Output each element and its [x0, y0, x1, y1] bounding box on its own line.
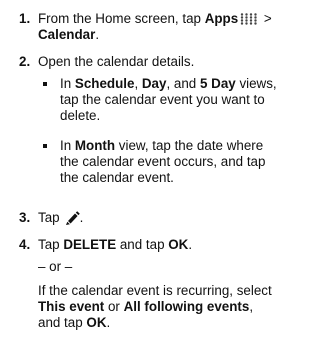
recurring-text: or [104, 299, 124, 314]
step-text: and tap [116, 237, 169, 252]
recurring-text: . [106, 315, 111, 330]
step-text: > [260, 11, 272, 26]
bullet-text-part: view, tap the date where [115, 138, 264, 153]
step-number: 4. [19, 237, 31, 252]
recurring-text: and tap [38, 315, 87, 330]
bullet-text-line: the calendar event. [60, 170, 174, 185]
step-text: Tap [38, 210, 60, 225]
ok-label: OK [168, 237, 189, 252]
five-day-label: 5 Day [199, 76, 236, 91]
bullet-text-part: views, [235, 76, 277, 91]
bullet-text-line: delete. [60, 108, 101, 123]
step-text: Open the calendar details. [38, 54, 195, 69]
step-text: . [79, 210, 84, 225]
apps-grid-icon [240, 13, 258, 25]
calendar-label: Calendar [38, 27, 96, 42]
recurring-note: If the calendar event is recurring, sele… [38, 283, 328, 331]
delete-label: DELETE [63, 237, 117, 252]
recurring-text: If the calendar event is recurring, sele… [38, 283, 272, 298]
step-text: . [188, 237, 193, 252]
bullet-text-line: tap the calendar event you want to [60, 92, 265, 107]
schedule-label: Schedule [74, 76, 135, 91]
step-1-text: From the Home screen, tap Apps > Calenda… [38, 11, 323, 43]
step-text: From the Home screen, tap [38, 11, 205, 26]
bullet-text-part: In [60, 138, 75, 153]
step-number: 2. [19, 54, 31, 69]
bullet-marker [43, 144, 47, 148]
bullet-text-line: the calendar event occurs, and tap [60, 154, 266, 169]
bullet-text: In Schedule, Day, and 5 Day views, tap t… [60, 76, 325, 124]
this-event-label: This event [38, 299, 105, 314]
month-label: Month [74, 138, 116, 153]
all-following-events-label: All following events [123, 299, 250, 314]
day-label: Day [141, 76, 167, 91]
bullet-marker [43, 82, 47, 86]
ok-label: OK [86, 315, 107, 330]
step-text: Tap [38, 237, 64, 252]
step-number: 1. [19, 11, 31, 26]
or-separator: – or – [38, 259, 73, 274]
bullet-text: In Month view, tap the date where the ca… [60, 138, 325, 186]
bullet-text-part: , and [166, 76, 200, 91]
bullet-text-part: In [60, 76, 75, 91]
apps-label: Apps [204, 11, 239, 26]
step-number: 3. [19, 210, 31, 225]
recurring-text: , [249, 299, 254, 314]
pencil-edit-icon [64, 210, 80, 225]
step-text: . [95, 27, 100, 42]
bullet-text-part: , [134, 76, 142, 91]
